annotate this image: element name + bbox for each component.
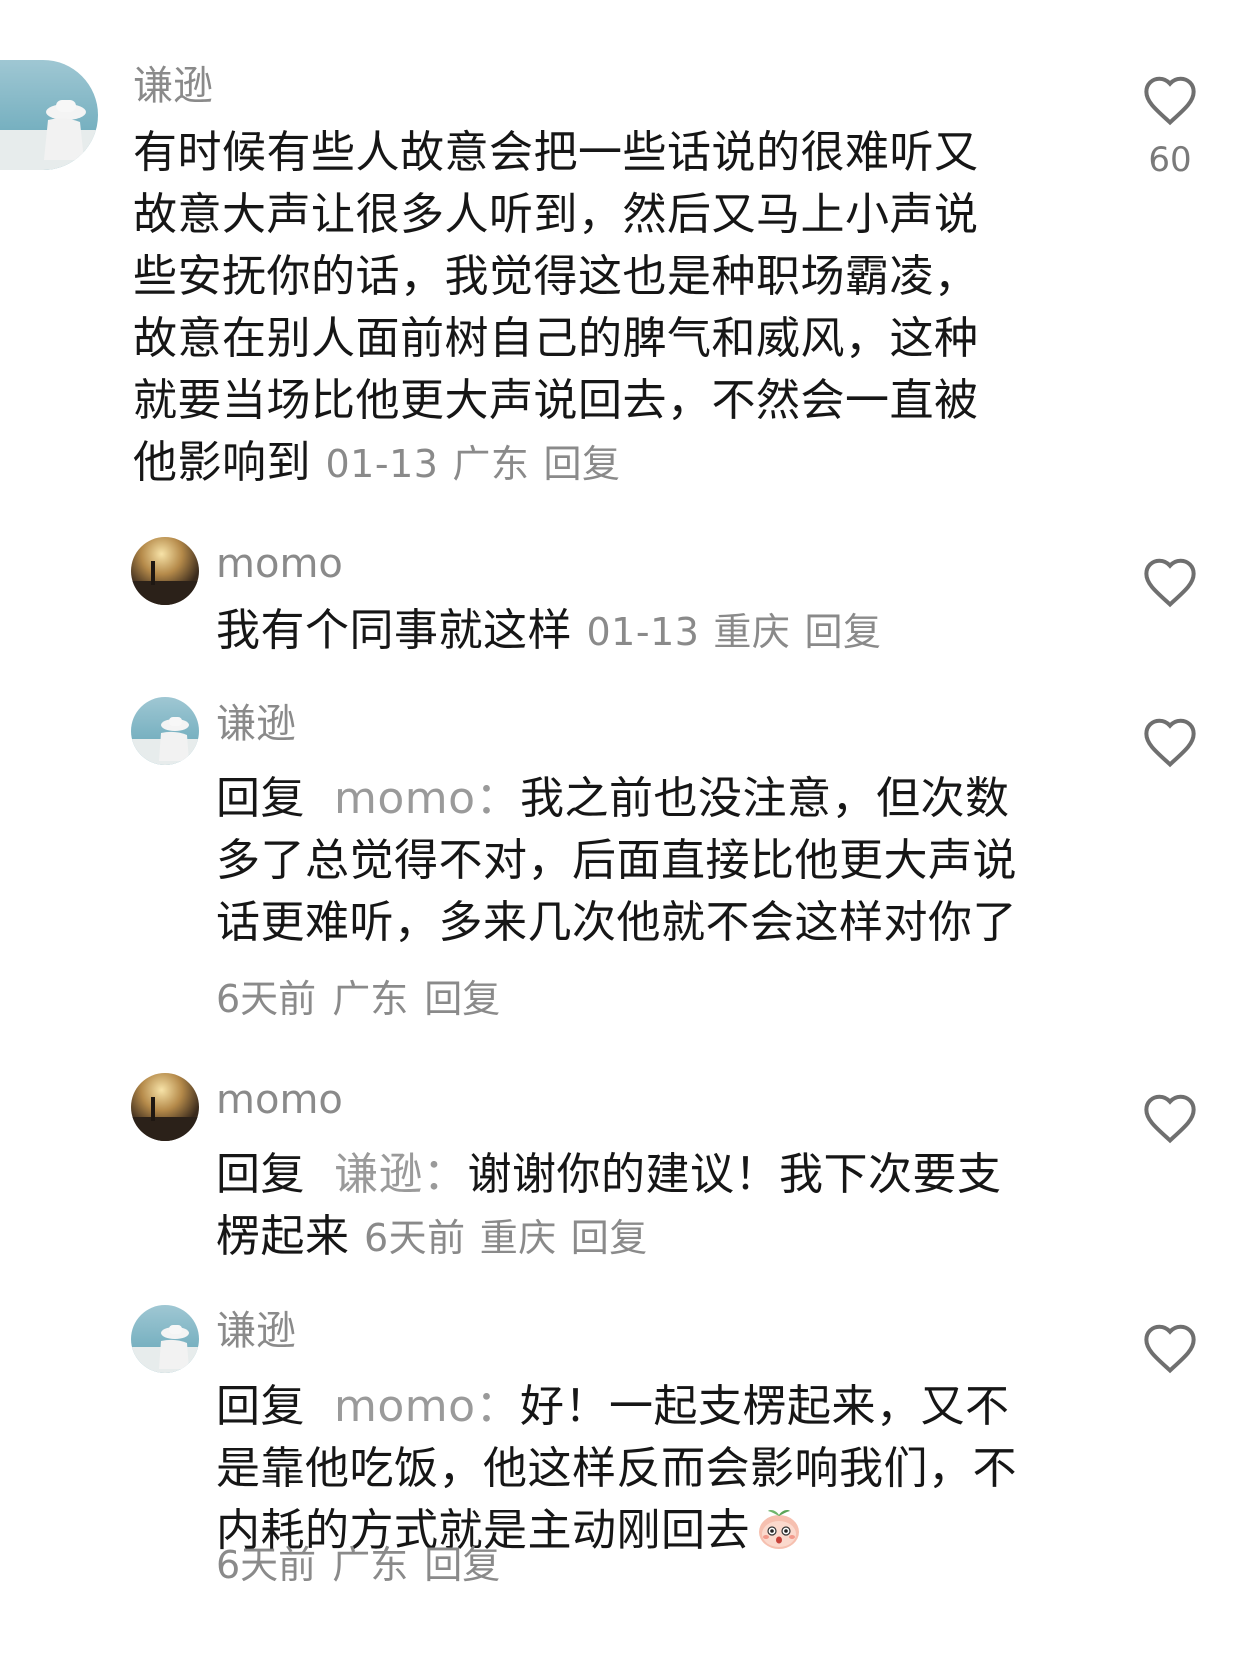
avatar-momo[interactable] bbox=[131, 1073, 199, 1141]
comment-date: 01-13 bbox=[586, 610, 700, 654]
comment-line-text: 他影响到 bbox=[133, 437, 311, 488]
comment-username[interactable]: 谦逊 bbox=[216, 1307, 296, 1355]
reply-link[interactable]: 回复 bbox=[424, 1543, 500, 1587]
like-button[interactable] bbox=[1140, 1322, 1200, 1374]
avatar-momo[interactable] bbox=[131, 537, 199, 605]
like-button[interactable]: 60 bbox=[1140, 74, 1200, 180]
comment-line-last: 他影响到 01-13 广东 回复 bbox=[133, 432, 979, 495]
comment-line-text: 我有个同事就这样 bbox=[216, 605, 572, 656]
comment-line-text: 我之前也没注意，但次数 bbox=[520, 773, 1010, 824]
comment-date: 01-13 bbox=[325, 442, 439, 486]
heart-icon bbox=[1144, 718, 1196, 768]
comment-line: 故意大声让很多人听到，然后又马上小声说 bbox=[133, 189, 979, 240]
comment-meta: 6天前 广东 回复 bbox=[216, 975, 516, 1023]
reply-prefix: 回复 bbox=[216, 1381, 305, 1432]
comment-date: 6天前 bbox=[216, 1543, 317, 1587]
like-button[interactable] bbox=[1140, 716, 1200, 768]
comment-line: 回复 momo：我之前也没注意，但次数 bbox=[216, 768, 1017, 830]
comment-text: 回复 momo：我之前也没注意，但次数 多了总觉得不对，后面直接比他更大声说 话… bbox=[216, 768, 1017, 954]
comment-line: 回复 momo：好！一起支楞起来，又不 bbox=[216, 1376, 1017, 1438]
like-button[interactable] bbox=[1140, 1092, 1200, 1144]
like-count: 60 bbox=[1148, 140, 1192, 180]
comment-line-last: 我有个同事就这样 01-13 重庆 回复 bbox=[216, 600, 895, 663]
avatar-image bbox=[131, 1073, 199, 1141]
comment-meta: 01-13 广东 回复 bbox=[326, 442, 635, 486]
comment-location: 重庆 bbox=[713, 610, 791, 654]
avatar-qianxun[interactable] bbox=[0, 60, 98, 170]
comment-location: 广东 bbox=[332, 1543, 409, 1587]
mention-link[interactable]: momo： bbox=[334, 773, 520, 824]
reply-link[interactable]: 回复 bbox=[804, 610, 881, 654]
mention-link[interactable]: 谦逊： bbox=[334, 1149, 468, 1200]
comment-line: 有时候有些人故意会把一些话说的很难听又 bbox=[133, 127, 979, 178]
comment-line: 故意在别人面前树自己的脾气和威风，这种 bbox=[133, 313, 979, 364]
comment-line: 就要当场比他更大声说回去，不然会一直被 bbox=[133, 375, 979, 426]
comment-line: 多了总觉得不对，后面直接比他更大声说 bbox=[216, 835, 1017, 886]
avatar-image bbox=[131, 1305, 199, 1373]
comment-line-text: 楞起来 bbox=[216, 1211, 350, 1262]
comment-date: 6天前 bbox=[364, 1216, 466, 1260]
comment-location: 重庆 bbox=[479, 1216, 557, 1260]
comment-line-text: 谢谢你的建议！我下次要支 bbox=[467, 1149, 1002, 1200]
comment-username[interactable]: momo bbox=[216, 540, 343, 588]
heart-icon bbox=[1144, 1094, 1196, 1144]
peach-face-emoji-icon bbox=[754, 1503, 804, 1553]
avatar-qianxun[interactable] bbox=[131, 697, 199, 765]
comment-text: 我有个同事就这样 01-13 重庆 回复 bbox=[216, 600, 895, 663]
comment-line: 些安抚你的话，我觉得这也是种职场霸凌， bbox=[133, 251, 979, 302]
reply-link[interactable]: 回复 bbox=[424, 977, 500, 1021]
avatar-image bbox=[131, 537, 199, 605]
comment-username[interactable]: 谦逊 bbox=[216, 700, 296, 748]
avatar-image bbox=[0, 60, 98, 170]
comment-location: 广东 bbox=[452, 442, 530, 486]
comment-text: 有时候有些人故意会把一些话说的很难听又 故意大声让很多人听到，然后又马上小声说 … bbox=[133, 122, 979, 495]
watermark bbox=[528, 1628, 738, 1654]
reply-link[interactable]: 回复 bbox=[543, 442, 620, 486]
reply-link[interactable]: 回复 bbox=[571, 1216, 648, 1260]
comment-line: 话更难听，多来几次他就不会这样对你了 bbox=[216, 897, 1017, 948]
heart-icon bbox=[1144, 558, 1196, 608]
comment-text: 回复 momo：好！一起支楞起来，又不 是靠他吃饭，他这样反而会影响我们，不 内… bbox=[216, 1376, 1017, 1562]
reply-prefix: 回复 bbox=[216, 1149, 305, 1200]
heart-icon bbox=[1144, 1324, 1196, 1374]
comment-text: 回复 谦逊：谢谢你的建议！我下次要支 楞起来 6天前 重庆 回复 bbox=[216, 1144, 1001, 1269]
comment-line: 是靠他吃饭，他这样反而会影响我们，不 bbox=[216, 1443, 1017, 1494]
like-button[interactable] bbox=[1140, 556, 1200, 608]
comment-username[interactable]: momo bbox=[216, 1076, 343, 1124]
comment-username[interactable]: 谦逊 bbox=[133, 62, 213, 110]
comment-meta: 6天前 广东 回复 bbox=[216, 1541, 516, 1589]
comment-line-last: 楞起来 6天前 重庆 回复 bbox=[216, 1206, 1001, 1269]
comment-meta: 01-13 重庆 回复 bbox=[587, 610, 896, 654]
comment-location: 广东 bbox=[332, 977, 409, 1021]
comment-line-text: 好！一起支楞起来，又不 bbox=[520, 1381, 1010, 1432]
avatar-qianxun[interactable] bbox=[131, 1305, 199, 1373]
reply-prefix: 回复 bbox=[216, 773, 305, 824]
comment-meta: 6天前 重庆 回复 bbox=[364, 1216, 662, 1260]
comment-line: 回复 谦逊：谢谢你的建议！我下次要支 bbox=[216, 1144, 1001, 1206]
comment-date: 6天前 bbox=[216, 977, 317, 1021]
heart-icon bbox=[1144, 76, 1196, 126]
mention-link[interactable]: momo： bbox=[334, 1381, 520, 1432]
avatar-image bbox=[131, 697, 199, 765]
